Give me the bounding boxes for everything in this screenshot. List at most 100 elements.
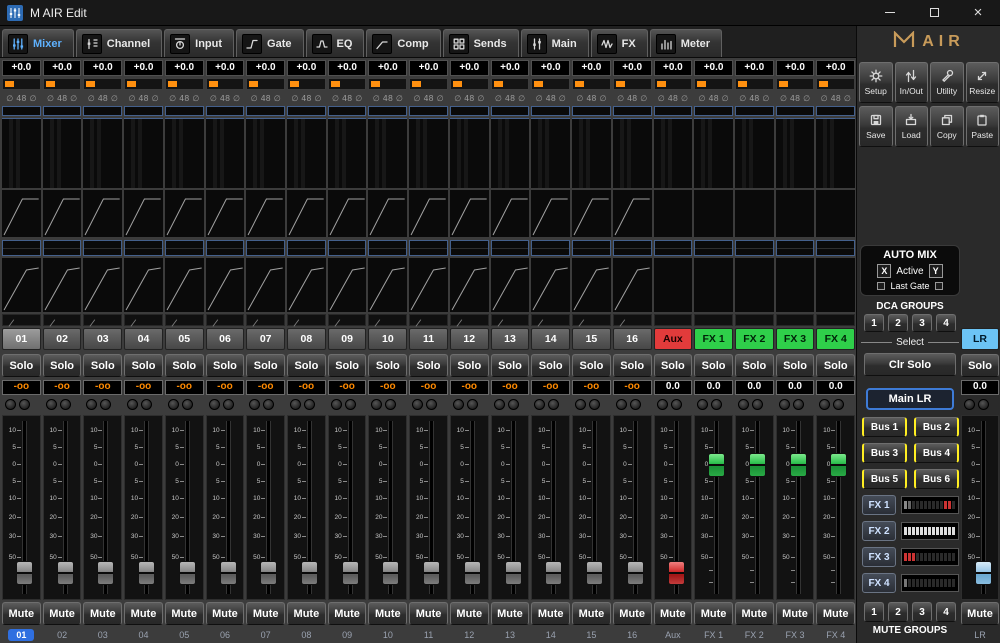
utility-button[interactable]: Utility	[930, 62, 964, 103]
eq-thumbnail[interactable]	[734, 240, 774, 256]
gain-display[interactable]: +0.0	[409, 60, 448, 76]
mute-button[interactable]: Mute	[653, 602, 693, 625]
pan-knob[interactable]	[629, 399, 641, 410]
gain-display[interactable]: +0.0	[83, 60, 123, 76]
mute-group-2-button[interactable]: 2	[888, 602, 908, 622]
pan-knob[interactable]	[711, 399, 723, 410]
tab-meter[interactable]: Meter	[649, 29, 723, 57]
pan-knob[interactable]	[263, 399, 275, 410]
gain-display[interactable]: +0.0	[612, 60, 652, 76]
gate-curve-thumbnail[interactable]	[572, 190, 611, 237]
paste-button[interactable]: Paste	[965, 106, 999, 147]
channel-number[interactable]: 13	[490, 328, 530, 350]
solo-button[interactable]: Solo	[409, 354, 448, 377]
channel-number[interactable]: 01	[2, 328, 41, 350]
mute-button[interactable]: Mute	[83, 602, 123, 625]
mute-button[interactable]: Mute	[327, 602, 367, 625]
channel-number[interactable]: 06	[205, 328, 245, 350]
channel-number[interactable]: LR	[961, 328, 999, 350]
comp-curve-thumbnail[interactable]	[327, 258, 367, 312]
channel-name[interactable]: 08	[287, 627, 326, 643]
gate-curve-thumbnail[interactable]	[42, 190, 82, 237]
channel-number[interactable]: 08	[287, 328, 326, 350]
solo-button[interactable]: Solo	[246, 354, 286, 377]
gate-curve-thumbnail[interactable]	[287, 190, 326, 237]
gate-curve-thumbnail[interactable]	[409, 190, 448, 237]
pan-knob[interactable]	[656, 399, 668, 410]
eq-thumbnail[interactable]	[164, 240, 204, 256]
bus-1-select-button[interactable]: Bus 1	[862, 417, 907, 437]
gate-curve-thumbnail[interactable]	[531, 190, 571, 237]
solo-button[interactable]: Solo	[694, 354, 733, 377]
pan-slider[interactable]	[449, 78, 489, 90]
comp-curve-thumbnail[interactable]	[531, 258, 571, 312]
close-button[interactable]: ×	[956, 0, 1000, 26]
gain-display[interactable]: +0.0	[694, 60, 733, 76]
fader-cap[interactable]	[830, 453, 848, 477]
fader-cap[interactable]	[138, 561, 156, 585]
mute-button[interactable]: Mute	[531, 602, 571, 625]
eq-thumbnail[interactable]	[490, 240, 530, 256]
gain-display[interactable]: +0.0	[775, 60, 815, 76]
gain-display[interactable]: +0.0	[449, 60, 489, 76]
pan-knob[interactable]	[208, 399, 220, 410]
gain-display[interactable]: +0.0	[42, 60, 82, 76]
fader-cap[interactable]	[789, 453, 807, 477]
resize-button[interactable]: Resize	[965, 62, 999, 103]
pan-slider[interactable]	[368, 78, 408, 90]
mute-button[interactable]: Mute	[124, 602, 163, 625]
gate-curve-thumbnail[interactable]	[205, 190, 245, 237]
pan-knob[interactable]	[412, 399, 424, 410]
gate-curve-thumbnail[interactable]	[653, 190, 693, 237]
solo-button[interactable]: Solo	[653, 354, 693, 377]
eq-thumbnail[interactable]	[287, 240, 326, 256]
eq-thumbnail[interactable]	[327, 240, 367, 256]
channel-number[interactable]: 09	[327, 328, 367, 350]
channel-name[interactable]: 03	[83, 627, 122, 643]
mute-button[interactable]: Mute	[734, 602, 774, 625]
gain-display[interactable]: +0.0	[246, 60, 286, 76]
channel-number[interactable]: FX 4	[816, 328, 856, 350]
channel-number[interactable]: 04	[124, 328, 163, 350]
pan-slider[interactable]	[572, 78, 611, 90]
mute-button[interactable]: Mute	[409, 602, 448, 625]
tab-fx[interactable]: FX	[590, 29, 648, 57]
eq-thumbnail[interactable]	[124, 240, 163, 256]
pan-slider[interactable]	[2, 78, 41, 90]
comp-curve-thumbnail[interactable]	[409, 258, 448, 312]
channel-name[interactable]: 14	[531, 627, 570, 643]
eq-thumbnail[interactable]	[83, 240, 123, 256]
channel-name[interactable]: FX 2	[735, 627, 774, 643]
pan-knob[interactable]	[385, 399, 397, 410]
clear-solo-button[interactable]: Clr Solo	[864, 353, 956, 376]
channel-name[interactable]: 16	[613, 627, 652, 643]
pan-knob[interactable]	[534, 399, 546, 410]
fader-cap[interactable]	[504, 561, 522, 585]
gate-curve-thumbnail[interactable]	[327, 190, 367, 237]
fader-cap[interactable]	[586, 561, 604, 585]
solo-button[interactable]: Solo	[164, 354, 204, 377]
comp-curve-thumbnail[interactable]	[83, 258, 123, 312]
fader-cap[interactable]	[667, 561, 685, 585]
solo-button[interactable]: Solo	[531, 354, 571, 377]
fader-cap[interactable]	[975, 561, 992, 585]
pan-knob[interactable]	[167, 399, 179, 410]
automix-x-button[interactable]: X	[877, 264, 892, 278]
tab-mixer[interactable]: Mixer	[2, 29, 74, 57]
pan-knob[interactable]	[493, 399, 505, 410]
mute-group-4-button[interactable]: 4	[936, 602, 956, 622]
eq-thumbnail[interactable]	[409, 240, 448, 256]
channel-number[interactable]: 05	[164, 328, 204, 350]
mute-button[interactable]: Mute	[205, 602, 245, 625]
pan-knob[interactable]	[344, 399, 356, 410]
pan-slider[interactable]	[205, 78, 245, 90]
channel-name[interactable]: 11	[409, 627, 448, 643]
channel-number[interactable]: 12	[449, 328, 489, 350]
pan-slider[interactable]	[816, 78, 856, 90]
pan-knob[interactable]	[45, 399, 57, 410]
copy-button[interactable]: Copy	[930, 106, 964, 147]
gain-display[interactable]: +0.0	[490, 60, 530, 76]
pan-knob[interactable]	[100, 399, 112, 410]
comp-curve-thumbnail[interactable]	[368, 258, 408, 312]
gain-display[interactable]: +0.0	[164, 60, 204, 76]
